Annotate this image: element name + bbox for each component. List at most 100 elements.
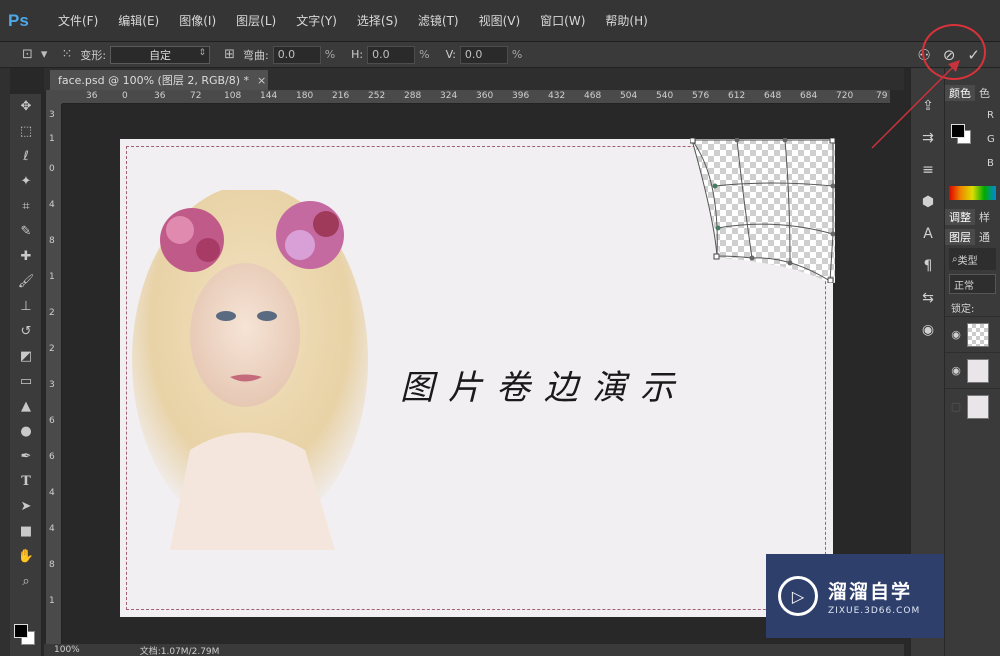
3d-panel-icon[interactable]: ⬢: [911, 186, 945, 218]
ruler-h-label: 504: [620, 91, 638, 101]
menu-select[interactable]: 选择(S): [357, 12, 398, 29]
menu-filter[interactable]: 滤镜(T): [418, 12, 459, 29]
type-tool-icon[interactable]: T: [10, 469, 42, 494]
ruler-h-label: 360: [476, 91, 494, 101]
v-distort-input[interactable]: 0.0: [459, 45, 508, 64]
healing-brush-tool-icon[interactable]: ✚: [10, 244, 42, 269]
warp-handle[interactable]: [827, 277, 834, 283]
brush-presets-icon[interactable]: ◉: [911, 314, 945, 346]
tab-adjustments[interactable]: 调整: [945, 209, 975, 225]
h-distort-input[interactable]: 0.0: [367, 45, 416, 64]
lasso-tool-icon[interactable]: ℓ: [10, 144, 42, 169]
zoom-level[interactable]: 100%: [54, 645, 80, 655]
marquee-tool-icon[interactable]: ⬚: [10, 119, 42, 144]
tab-layers[interactable]: 图层: [945, 229, 975, 245]
warp-grid[interactable]: [690, 138, 835, 283]
bend-label: 弯曲:: [242, 48, 269, 62]
menu-layer[interactable]: 图层(L): [236, 12, 276, 29]
r-label: R: [987, 110, 994, 121]
warp-handle[interactable]: [715, 225, 721, 231]
vertical-ruler[interactable]: 3 1 0 4 8 1 2 2 3 6 6 4 4 8 1: [46, 104, 62, 644]
warp-handle[interactable]: [713, 253, 720, 260]
document-tab-title: face.psd @ 100% (图层 2, RGB/8) *: [58, 74, 250, 87]
ruler-h-label: 36: [154, 91, 166, 101]
menu-view[interactable]: 视图(V): [479, 12, 521, 29]
eyedropper-tool-icon[interactable]: ✎: [10, 219, 42, 244]
gradient-tool-icon[interactable]: ▭: [10, 369, 42, 394]
warp-style-value: 自定: [149, 48, 172, 62]
layer-thumbnail: [967, 358, 989, 383]
layer-row[interactable]: ▢: [945, 388, 1000, 424]
ruler-h-label: 396: [512, 91, 530, 101]
horizontal-ruler[interactable]: 36 0 36 72 108 144 180 216 252 288 324 3…: [62, 90, 890, 104]
menu-bar: Ps 文件(F) 编辑(E) 图像(I) 图层(L) 文字(Y) 选择(S) 滤…: [0, 0, 1000, 42]
warp-style-select[interactable]: 自定 ⇕: [110, 45, 211, 64]
brush-tool-icon[interactable]: 🖌: [10, 269, 42, 294]
crop-tool-icon[interactable]: ⌗: [10, 194, 42, 219]
document-size[interactable]: 文档:1.07M/2.79M: [140, 644, 220, 656]
menu-edit[interactable]: 编辑(E): [118, 12, 159, 29]
bend-input[interactable]: 0.0: [272, 45, 321, 64]
warp-handle[interactable]: [712, 183, 718, 189]
tab-styles[interactable]: 样: [975, 209, 994, 225]
menu-file[interactable]: 文件(F): [58, 12, 98, 29]
move-tool-icon[interactable]: ✥: [10, 94, 42, 119]
eye-icon[interactable]: ◉: [945, 364, 967, 377]
eye-icon[interactable]: ◉: [945, 328, 967, 341]
ruler-h-label: 468: [584, 91, 602, 101]
warp-label: 变形:: [80, 48, 107, 62]
tab-swatches[interactable]: 色: [975, 85, 994, 101]
blur-tool-icon[interactable]: ▲: [10, 394, 42, 419]
play-logo-icon: ▷: [778, 576, 818, 616]
clone-source-icon[interactable]: ⇆: [911, 282, 945, 314]
ruler-v-label: 4: [49, 524, 55, 534]
transform-icon[interactable]: ⊡: [22, 47, 33, 62]
reference-point-icon[interactable]: ⁙: [61, 47, 72, 62]
magic-wand-tool-icon[interactable]: ✦: [10, 169, 42, 194]
warp-handle[interactable]: [749, 255, 755, 261]
h-label: H:: [351, 48, 364, 61]
blend-mode-select[interactable]: 正常: [949, 274, 996, 294]
menu-window[interactable]: 窗口(W): [540, 12, 585, 29]
history-brush-tool-icon[interactable]: ↺: [10, 319, 42, 344]
layer-filter[interactable]: ⌕ 类型: [949, 248, 996, 270]
ruler-v-label: 3: [49, 110, 55, 120]
close-tab-icon[interactable]: ×: [257, 74, 266, 87]
layer-row[interactable]: ◉: [945, 316, 1000, 352]
layer-row[interactable]: ◉: [945, 352, 1000, 388]
clone-stamp-tool-icon[interactable]: ⊥: [10, 294, 42, 319]
tab-channels[interactable]: 通: [975, 229, 994, 245]
watermark-text: 溜溜自学 ZIXUE.3D66.COM: [828, 577, 920, 616]
path-selection-tool-icon[interactable]: ➤: [10, 494, 42, 519]
ruler-v-label: 1: [49, 272, 55, 282]
warp-handle[interactable]: [829, 138, 835, 144]
menu-type[interactable]: 文字(Y): [296, 12, 337, 29]
adjust-panel-tabs: 调整 样: [945, 208, 1000, 226]
tools-panel: ✥ ⬚ ℓ ✦ ⌗ ✎ ✚ 🖌 ⊥ ↺ ◩ ▭ ▲ ● ✒ T ➤ ■ ✋ ⌕: [10, 94, 42, 656]
paragraph-panel-icon[interactable]: ¶: [911, 250, 945, 282]
ruler-h-label: 540: [656, 91, 674, 101]
eye-hidden-icon[interactable]: ▢: [945, 400, 967, 413]
warp-handle[interactable]: [690, 138, 696, 144]
character-panel-icon[interactable]: A: [911, 218, 945, 250]
foreground-color-swatch[interactable]: [14, 624, 28, 638]
color-ramp[interactable]: [949, 186, 996, 200]
v-label: V:: [445, 48, 456, 61]
menu-help[interactable]: 帮助(H): [605, 12, 647, 29]
zoom-tool-icon[interactable]: ⌕: [10, 569, 42, 594]
hand-tool-icon[interactable]: ✋: [10, 544, 42, 569]
ruler-h-label: 432: [548, 91, 566, 101]
eraser-tool-icon[interactable]: ◩: [10, 344, 42, 369]
ruler-h-label: 684: [800, 91, 818, 101]
menu-image[interactable]: 图像(I): [179, 12, 216, 29]
chevron-down-icon[interactable]: ▾: [41, 47, 48, 62]
ruler-v-label: 4: [49, 488, 55, 498]
pen-tool-icon[interactable]: ✒: [10, 444, 42, 469]
select-arrow-icon: ⇕: [198, 47, 207, 58]
warp-handle[interactable]: [787, 260, 793, 266]
ruler-corner: [46, 90, 62, 104]
document-tab[interactable]: face.psd @ 100% (图层 2, RGB/8) * ×: [50, 70, 268, 90]
warp-orientation-icon[interactable]: ⊞: [224, 47, 235, 62]
dodge-tool-icon[interactable]: ●: [10, 419, 42, 444]
shape-tool-icon[interactable]: ■: [10, 519, 42, 544]
